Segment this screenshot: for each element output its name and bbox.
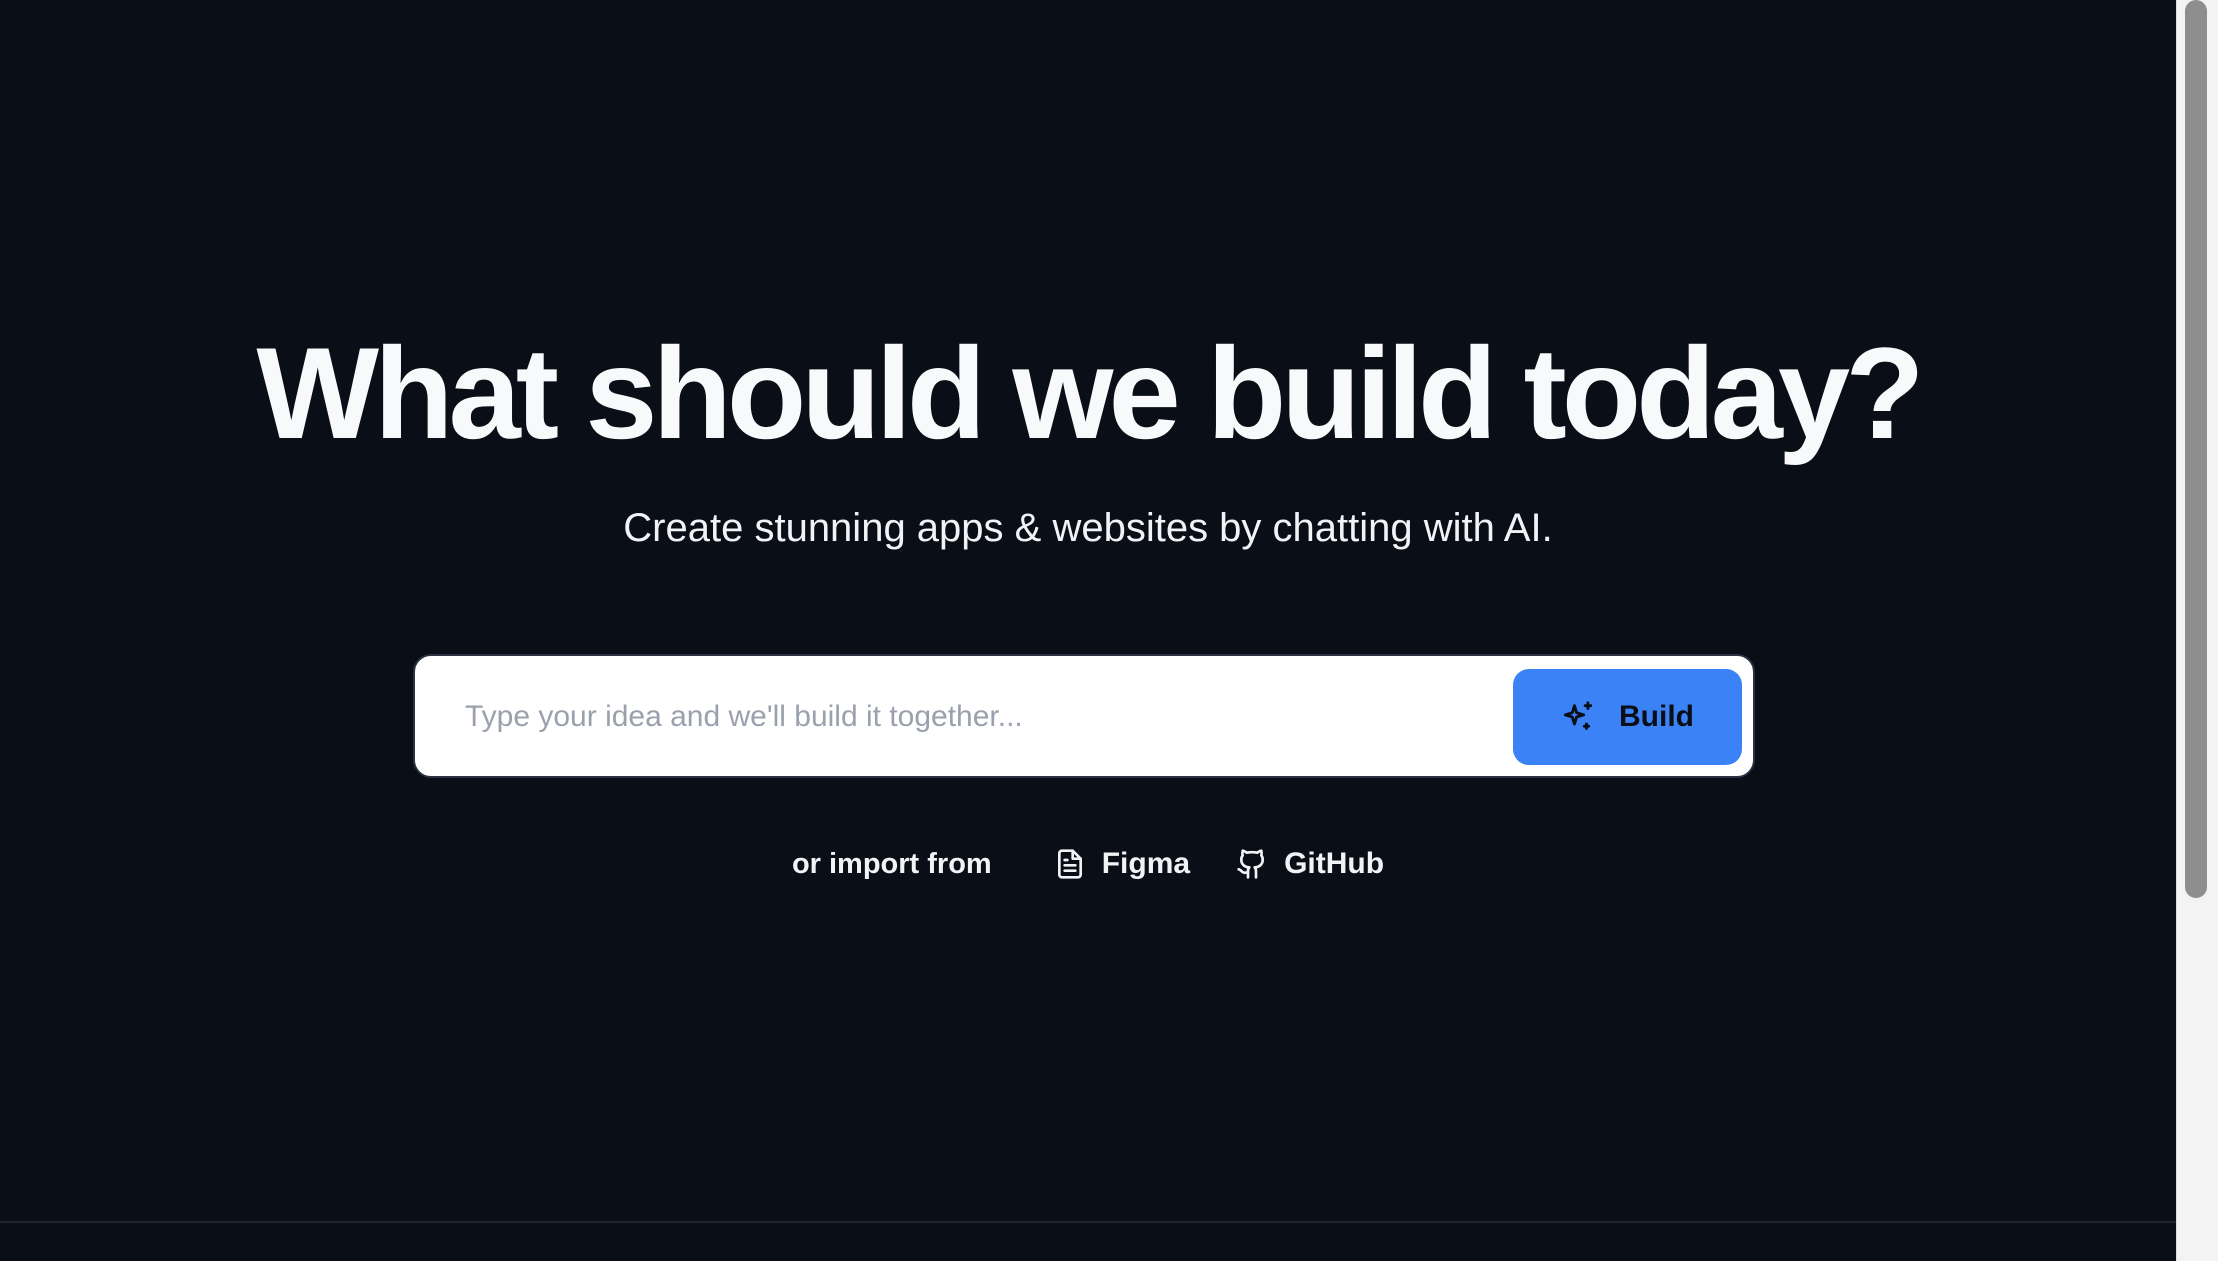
idea-input[interactable] [463,684,1467,750]
scrollbar-thumb[interactable] [2185,0,2207,898]
prompt-box: Build [413,654,1755,778]
file-text-icon [1054,848,1086,880]
footer-divider [0,1221,2176,1223]
import-github-label: GitHub [1284,847,1385,880]
page: What should we build today? Create stunn… [0,0,2176,1261]
import-github-link[interactable]: GitHub [1236,847,1384,881]
import-figma-link[interactable]: Figma [1054,847,1190,881]
github-icon [1236,848,1268,880]
import-label: or import from [791,847,992,880]
import-row: or import from Figma GitHub [0,838,2176,890]
scrollbar[interactable] [2176,0,2218,1261]
page-title: What should we build today? [256,320,1924,466]
sparkles-icon [1561,700,1595,734]
build-button[interactable]: Build [1513,669,1742,765]
build-button-label: Build [1619,700,1694,733]
page-subtitle: Create stunning apps & websites by chatt… [623,506,1553,550]
import-figma-label: Figma [1101,847,1191,880]
